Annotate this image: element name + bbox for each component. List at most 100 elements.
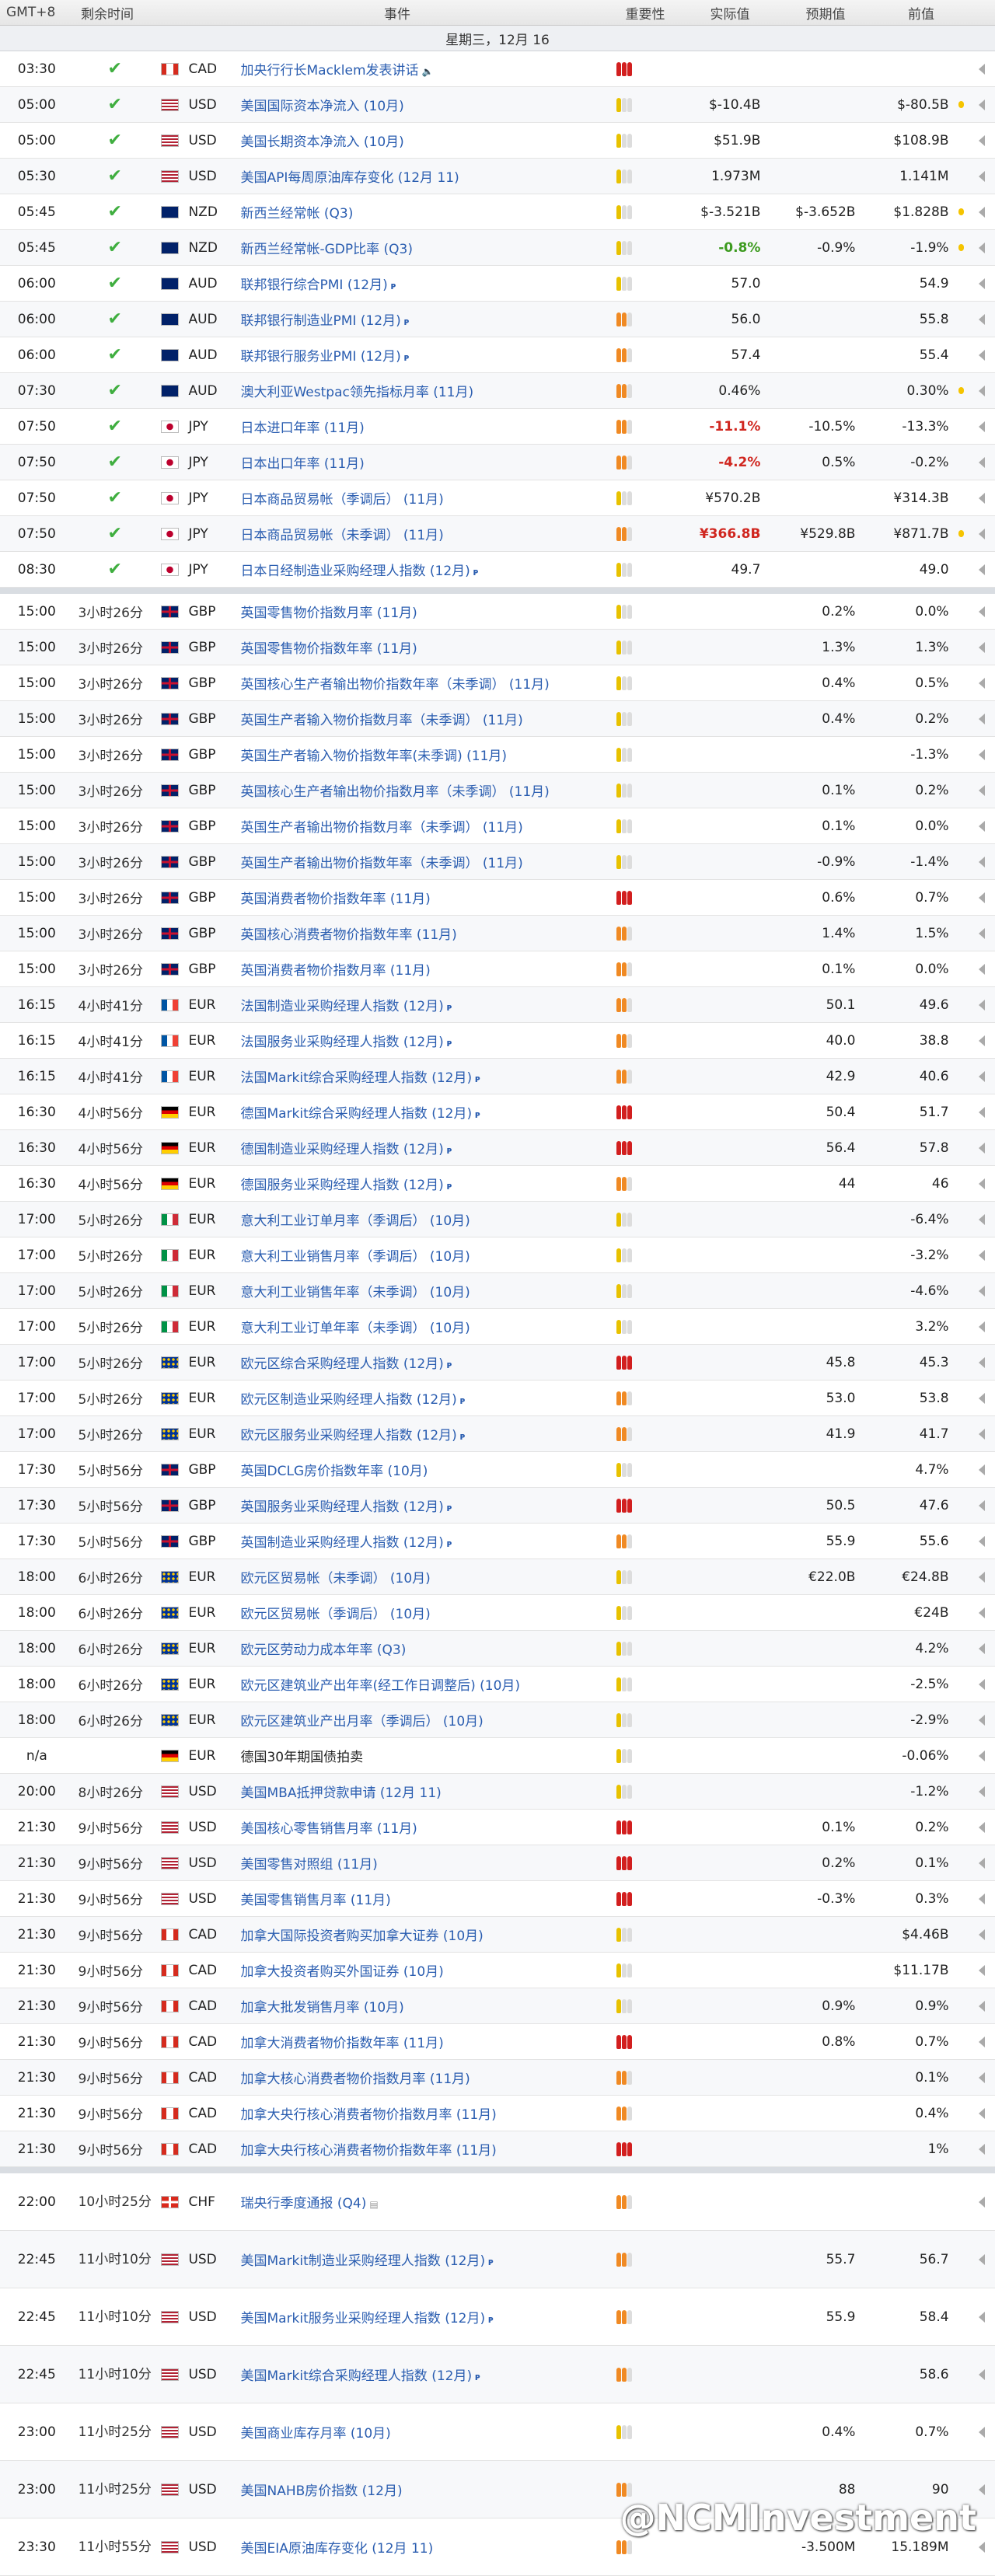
expand-cell[interactable] xyxy=(969,456,995,468)
event-name-cell[interactable]: 加拿大投资者购买外国证券 (10月) xyxy=(236,1960,598,1980)
expand-arrow-icon[interactable] xyxy=(979,892,986,903)
expand-arrow-icon[interactable] xyxy=(979,1356,986,1368)
event-link[interactable]: 英国DCLG房价指数年率 (10月) xyxy=(240,1464,428,1479)
table-row[interactable]: 15:00 3小时26分 GBP 英国消费者物价指数月率 (11月) 0.1% 0.0% xyxy=(0,951,995,987)
event-name-cell[interactable]: 英国核心消费者物价指数年率 (11月) xyxy=(236,923,598,943)
event-link[interactable]: 加拿大国际投资者购买加拿大证券 (10月) xyxy=(240,1929,483,1944)
event-name-cell[interactable]: 德国制造业采购经理人指数 (12月) ᴘ xyxy=(236,1138,598,1157)
expand-arrow-icon[interactable] xyxy=(979,1678,986,1690)
table-row[interactable]: 21:30 9小时56分 CAD 加拿大核心消费者物价指数月率 (11月) 0.1% xyxy=(0,2060,995,2096)
table-row[interactable]: 22:45 11小时10分 USD 美国Markit综合采购经理人指数 (12月) ᴘ 5… xyxy=(0,2346,995,2403)
expand-cell[interactable] xyxy=(969,1464,995,1475)
expand-arrow-icon[interactable] xyxy=(979,856,986,867)
event-link[interactable]: 美国商业库存月率 (10月) xyxy=(240,2426,390,2442)
event-link[interactable]: 美国国际资本净流入 (10月) xyxy=(240,99,403,114)
table-row[interactable]: 16:30 4小时56分 EUR 德国Markit综合采购经理人指数 (12月) ᴘ 50… xyxy=(0,1094,995,1130)
event-name-cell[interactable]: 瑞央行季度通报 (Q4) ▤ xyxy=(236,2192,598,2211)
event-name-cell[interactable]: 美国Markit制造业采购经理人指数 (12月) ᴘ xyxy=(236,2250,598,2269)
expand-cell[interactable] xyxy=(969,313,995,325)
expand-cell[interactable] xyxy=(969,1929,995,1940)
event-name-cell[interactable]: 加拿大消费者物价指数年率 (11月) xyxy=(236,2032,598,2051)
event-link[interactable]: 意大利工业订单年率（未季调） (10月) xyxy=(240,1321,470,1336)
event-link[interactable]: 加拿大投资者购买外国证券 (10月) xyxy=(240,1964,443,1980)
table-row[interactable]: 05:00 ✔ USD 美国国际资本净流入 (10月) $-10.4B $-80.5B xyxy=(0,87,995,123)
event-name-cell[interactable]: 英国核心生产者输出物价指数月率（未季调） (11月) xyxy=(236,780,598,800)
table-row[interactable]: 05:30 ✔ USD 美国API每周原油库存变化 (12月 11) 1.973M 1.1… xyxy=(0,159,995,194)
event-link[interactable]: 日本商品贸易帐（未季调） (11月) xyxy=(240,528,443,543)
table-row[interactable]: 16:15 4小时41分 EUR 法国Markit综合采购经理人指数 (12月) ᴘ 42… xyxy=(0,1059,995,1094)
expand-cell[interactable] xyxy=(969,1392,995,1404)
table-row[interactable]: 17:00 5小时26分 EUR 意大利工业订单年率（未季调） (10月) 3.2% xyxy=(0,1309,995,1345)
table-row[interactable]: 07:50 ✔ JPY 日本进口年率 (11月) -11.1% -10.5% -13.3% xyxy=(0,409,995,445)
expand-arrow-icon[interactable] xyxy=(979,1106,986,1118)
expand-arrow-icon[interactable] xyxy=(979,1428,986,1440)
expand-cell[interactable] xyxy=(969,1857,995,1869)
event-link[interactable]: 联邦银行制造业PMI (12月) xyxy=(240,313,400,329)
event-link[interactable]: 英国消费者物价指数月率 (11月) xyxy=(240,963,430,979)
event-name-cell[interactable]: 美国长期资本净流入 (10月) xyxy=(236,131,598,150)
expand-arrow-icon[interactable] xyxy=(979,999,986,1011)
table-row[interactable]: 17:30 5小时56分 GBP 英国制造业采购经理人指数 (12月) ᴘ 55.9 55.… xyxy=(0,1524,995,1559)
event-name-cell[interactable]: 加拿大核心消费者物价指数月率 (11月) xyxy=(236,2068,598,2087)
expand-arrow-icon[interactable] xyxy=(979,606,986,617)
event-link[interactable]: 英国生产者输入物价指数年率(未季调) (11月) xyxy=(240,749,507,764)
expand-arrow-icon[interactable] xyxy=(979,242,986,253)
table-row[interactable]: 08:30 ✔ JPY 日本日经制造业采购经理人指数 (12月) ᴘ 49.7 49.0 xyxy=(0,552,995,588)
event-link[interactable]: 德国Markit综合采购经理人指数 (12月) xyxy=(240,1106,472,1122)
event-link[interactable]: 美国EIA原油库存变化 (12月 11) xyxy=(240,2541,433,2557)
expand-cell[interactable] xyxy=(969,892,995,903)
table-row[interactable]: 22:45 11小时10分 USD 美国Markit服务业采购经理人指数 (12月) ᴘ… xyxy=(0,2288,995,2346)
event-name-cell[interactable]: 联邦银行制造业PMI (12月) ᴘ xyxy=(236,309,598,329)
expand-arrow-icon[interactable] xyxy=(979,385,986,396)
table-row[interactable]: 17:00 5小时26分 EUR 意大利工业订单月率（季调后） (10月) -6.4% xyxy=(0,1202,995,1237)
table-row[interactable]: 17:00 5小时26分 EUR 欧元区服务业采购经理人指数 (12月) ᴘ 41.9 41… xyxy=(0,1416,995,1452)
event-name-cell[interactable]: 欧元区贸易帐（季调后） (10月) xyxy=(236,1603,598,1622)
event-link[interactable]: 意大利工业销售年率（未季调） (10月) xyxy=(240,1285,470,1300)
expand-cell[interactable] xyxy=(969,2484,995,2495)
event-link[interactable]: 德国制造业采购经理人指数 (12月) xyxy=(240,1142,443,1157)
event-link[interactable]: 日本出口年率 (11月) xyxy=(240,456,364,472)
expand-arrow-icon[interactable] xyxy=(979,2000,986,2012)
event-link[interactable]: 美国API每周原油库存变化 (12月 11) xyxy=(240,170,459,186)
event-name-cell[interactable]: 美国EIA原油库存变化 (12月 11) xyxy=(236,2537,598,2557)
event-link[interactable]: 英国生产者输出物价指数年率（未季调） (11月) xyxy=(240,856,522,871)
expand-arrow-icon[interactable] xyxy=(979,1607,986,1618)
expand-arrow-icon[interactable] xyxy=(979,313,986,325)
event-name-cell[interactable]: 英国生产者输出物价指数年率（未季调） (11月) xyxy=(236,852,598,871)
expand-cell[interactable] xyxy=(969,963,995,975)
expand-arrow-icon[interactable] xyxy=(979,1642,986,1654)
event-link[interactable]: 美国核心零售销售月率 (11月) xyxy=(240,1821,417,1837)
expand-arrow-icon[interactable] xyxy=(979,2311,986,2323)
table-row[interactable]: 16:15 4小时41分 EUR 法国制造业采购经理人指数 (12月) ᴘ 50.1 49.… xyxy=(0,987,995,1023)
expand-arrow-icon[interactable] xyxy=(979,1178,986,1189)
event-name-cell[interactable]: 欧元区贸易帐（未季调） (10月) xyxy=(236,1567,598,1586)
expand-cell[interactable] xyxy=(969,677,995,689)
event-link[interactable]: 英国生产者输出物价指数月率（未季调） (11月) xyxy=(240,820,522,836)
expand-arrow-icon[interactable] xyxy=(979,1249,986,1261)
expand-arrow-icon[interactable] xyxy=(979,528,986,539)
event-name-cell[interactable]: 新西兰经常帐-GDP比率 (Q3) xyxy=(236,238,598,257)
expand-cell[interactable] xyxy=(969,1750,995,1761)
expand-arrow-icon[interactable] xyxy=(979,1392,986,1404)
expand-cell[interactable] xyxy=(969,2072,995,2083)
event-name-cell[interactable]: 欧元区服务业采购经理人指数 (12月) ᴘ xyxy=(236,1424,598,1443)
table-row[interactable]: 16:30 4小时56分 EUR 德国制造业采购经理人指数 (12月) ᴘ 56.4 57.… xyxy=(0,1130,995,1166)
expand-cell[interactable] xyxy=(969,1678,995,1690)
table-row[interactable]: 07:30 ✔ AUD 澳大利亚Westpac领先指标月率 (11月) 0.46% 0.3… xyxy=(0,373,995,409)
table-row[interactable]: 17:30 5小时56分 GBP 英国DCLG房价指数年率 (10月) 4.7% xyxy=(0,1452,995,1488)
expand-arrow-icon[interactable] xyxy=(979,1213,986,1225)
event-name-cell[interactable]: 联邦银行服务业PMI (12月) ᴘ xyxy=(236,345,598,365)
event-name-cell[interactable]: 美国MBA抵押贷款申请 (12月 11) xyxy=(236,1782,598,1801)
event-name-cell[interactable]: 日本日经制造业采购经理人指数 (12月) ᴘ xyxy=(236,560,598,579)
expand-arrow-icon[interactable] xyxy=(979,1142,986,1154)
table-row[interactable]: 17:30 5小时56分 GBP 英国服务业采购经理人指数 (12月) ᴘ 50.5 47.… xyxy=(0,1488,995,1524)
event-link[interactable]: 日本日经制造业采购经理人指数 (12月) xyxy=(240,564,470,579)
event-link[interactable]: 法国服务业采购经理人指数 (12月) xyxy=(240,1035,443,1050)
event-name-cell[interactable]: 日本商品贸易帐（季调后） (11月) xyxy=(236,488,598,508)
expand-cell[interactable] xyxy=(969,1893,995,1904)
event-link[interactable]: 加拿大央行核心消费者物价指数年率 (11月) xyxy=(240,2143,496,2159)
event-name-cell[interactable]: 英国服务业采购经理人指数 (12月) ᴘ xyxy=(236,1496,598,1515)
table-row[interactable]: 18:00 6小时26分 EUR 欧元区劳动力成本年率 (Q3) 4.2% xyxy=(0,1631,995,1667)
expand-arrow-icon[interactable] xyxy=(979,2484,986,2495)
event-name-cell[interactable]: 加拿大国际投资者购买加拿大证券 (10月) xyxy=(236,1925,598,1944)
